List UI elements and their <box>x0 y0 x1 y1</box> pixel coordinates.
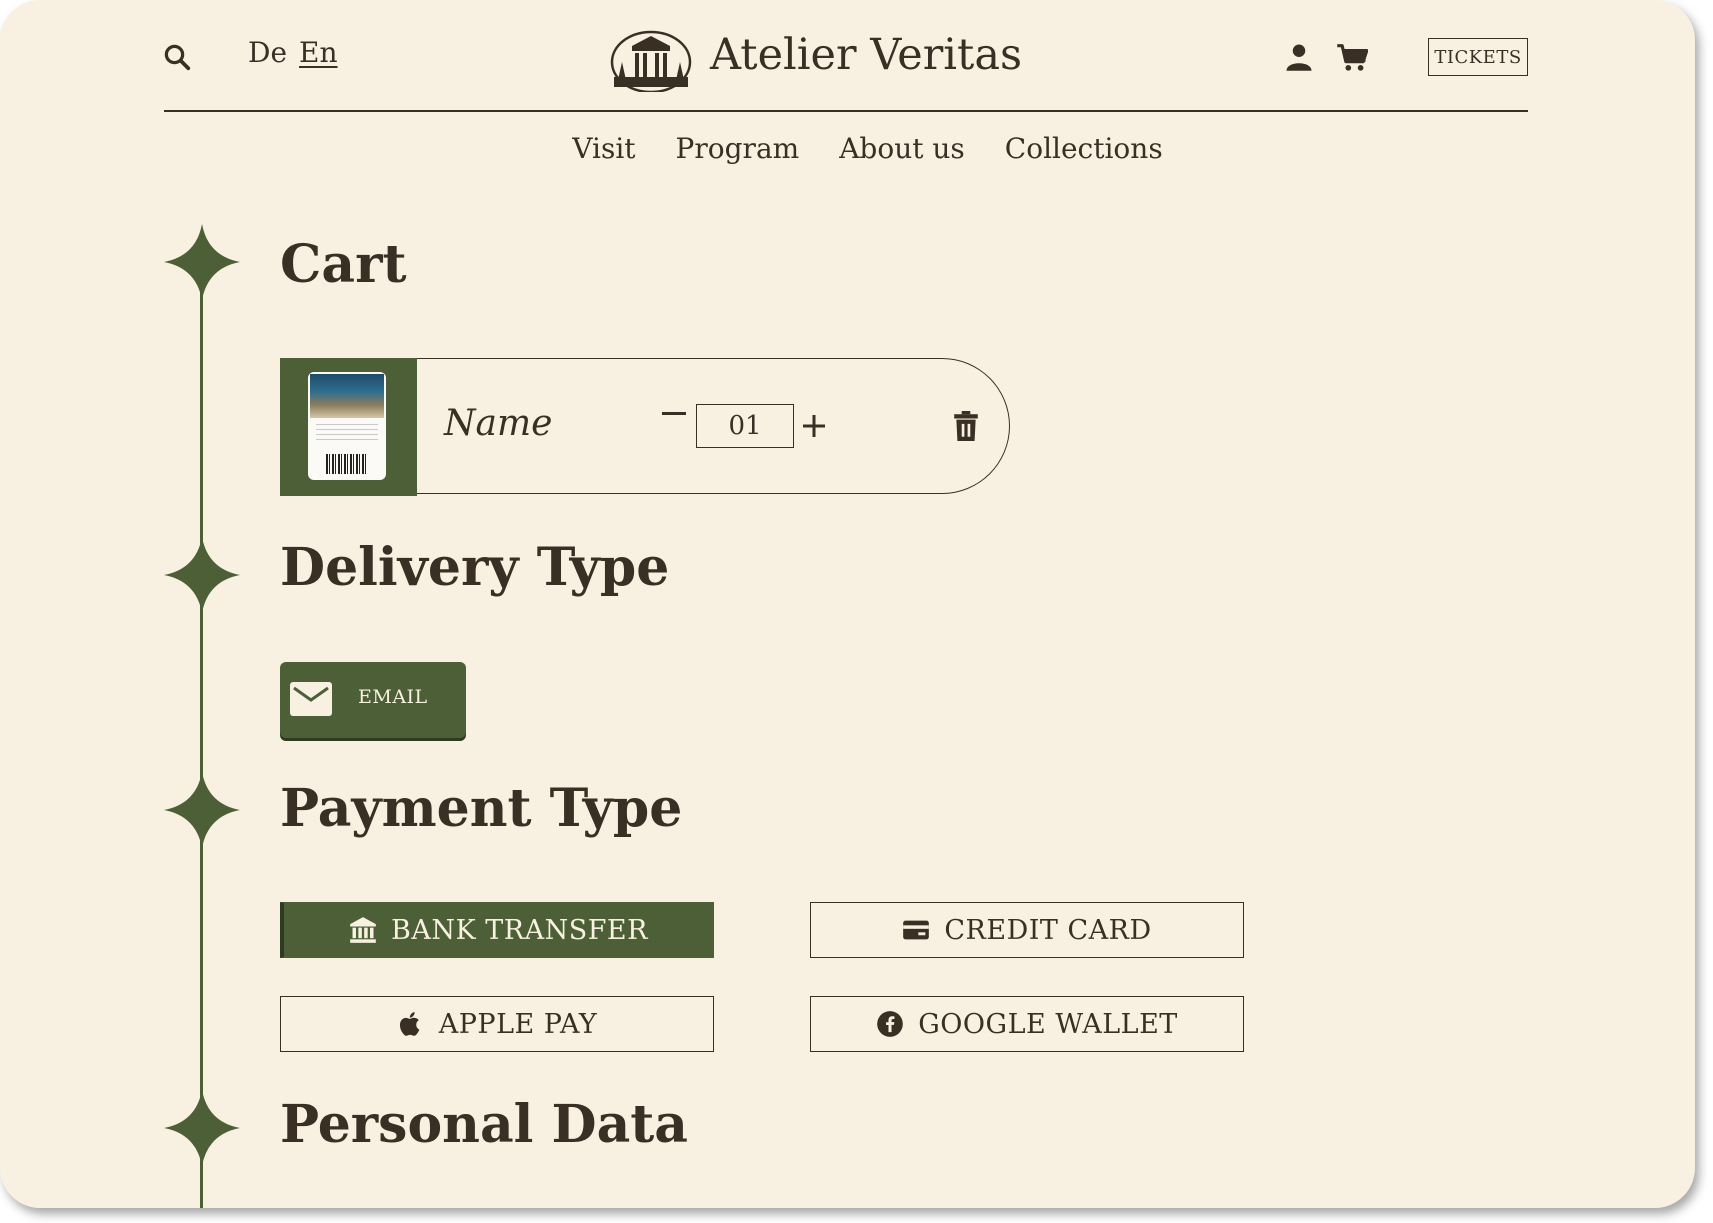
payment-credit-card-button[interactable]: CREDIT CARD <box>810 902 1244 958</box>
apple-icon <box>399 1012 420 1036</box>
delivery-email-button[interactable]: EMAIL <box>280 662 466 738</box>
cart-item-name: Name <box>444 403 553 444</box>
ticket-image <box>308 372 386 480</box>
increase-quantity-button[interactable] <box>802 414 826 438</box>
checkout-page: De En Atelier Veritas TICKETS Visit Progr… <box>0 0 1695 1208</box>
credit-card-icon <box>903 920 930 940</box>
header-divider <box>164 110 1528 112</box>
delivery-email-label: EMAIL <box>358 686 428 708</box>
nav-item-collections[interactable]: Collections <box>1003 132 1165 165</box>
bank-icon <box>350 917 376 943</box>
minus-icon <box>662 412 686 415</box>
museum-logo-icon[interactable] <box>610 22 692 92</box>
barcode-icon <box>326 454 368 474</box>
timeline-star-icon <box>164 772 240 848</box>
decrease-quantity-button[interactable] <box>656 396 692 432</box>
nav-item-visit[interactable]: Visit <box>570 132 637 165</box>
section-title-delivery: Delivery Type <box>280 537 670 598</box>
cart-icon[interactable] <box>1336 43 1368 73</box>
timeline-line <box>200 270 203 1208</box>
google-wallet-icon <box>877 1011 904 1037</box>
ticket-thumbnail <box>280 358 417 496</box>
payment-apple-pay-button[interactable]: APPLE PAY <box>280 996 714 1052</box>
language-switcher: De En <box>248 36 350 69</box>
brand-name[interactable]: Atelier Veritas <box>710 30 1022 80</box>
payment-google-wallet-label: GOOGLE WALLET <box>918 1008 1178 1040</box>
quantity-input[interactable] <box>696 404 794 448</box>
user-icon[interactable] <box>1284 42 1314 72</box>
search-icon[interactable] <box>162 42 192 72</box>
section-title-cart: Cart <box>280 234 407 295</box>
trash-icon[interactable] <box>953 411 979 441</box>
main-nav: Visit Program About us Collections <box>0 132 1695 165</box>
nav-item-program[interactable]: Program <box>674 132 802 165</box>
timeline-star-icon <box>164 1090 240 1166</box>
payment-google-wallet-button[interactable]: GOOGLE WALLET <box>810 996 1244 1052</box>
language-en[interactable]: En <box>299 36 337 69</box>
section-title-personal-data: Personal Data <box>280 1094 689 1155</box>
payment-bank-transfer-label: BANK TRANSFER <box>391 914 648 946</box>
tickets-button[interactable]: TICKETS <box>1428 38 1528 76</box>
section-title-payment: Payment Type <box>280 778 683 839</box>
cart-item <box>280 358 1010 496</box>
payment-credit-card-label: CREDIT CARD <box>944 914 1152 946</box>
nav-item-about-us[interactable]: About us <box>837 132 967 165</box>
mail-icon <box>290 682 332 716</box>
payment-bank-transfer-button[interactable]: BANK TRANSFER <box>280 902 714 958</box>
timeline-star-icon <box>164 537 240 613</box>
timeline-star-icon <box>164 224 240 300</box>
payment-apple-pay-label: APPLE PAY <box>438 1008 598 1040</box>
language-de[interactable]: De <box>248 36 287 69</box>
